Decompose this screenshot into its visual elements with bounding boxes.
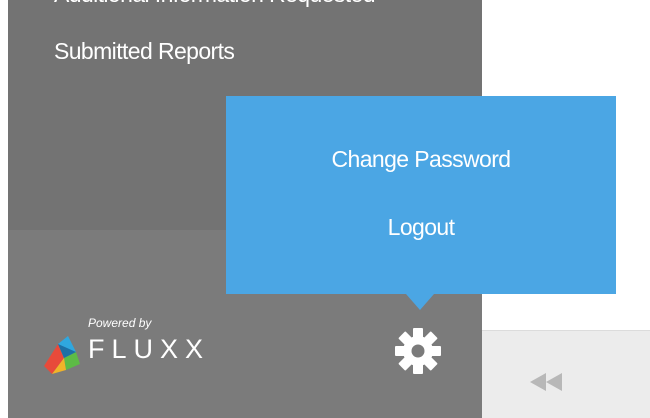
gear-icon[interactable]: [392, 325, 444, 377]
right-pane: [482, 330, 650, 418]
rewind-icon[interactable]: [528, 371, 568, 393]
nav-item-submitted-reports[interactable]: Submitted Reports: [54, 38, 235, 65]
brand-name: FLUXX: [88, 334, 211, 364]
change-password-menu-item[interactable]: Change Password: [226, 146, 616, 173]
powered-by-label: Powered by: [88, 316, 152, 330]
app-window: Additional Information Requested Submitt…: [0, 0, 650, 418]
fluxx-logo-icon: [44, 336, 80, 374]
settings-menu-popover: Change Password Logout: [226, 96, 616, 310]
logout-menu-item[interactable]: Logout: [226, 214, 616, 241]
nav-item-additional-information-requested[interactable]: Additional Information Requested: [54, 0, 376, 8]
